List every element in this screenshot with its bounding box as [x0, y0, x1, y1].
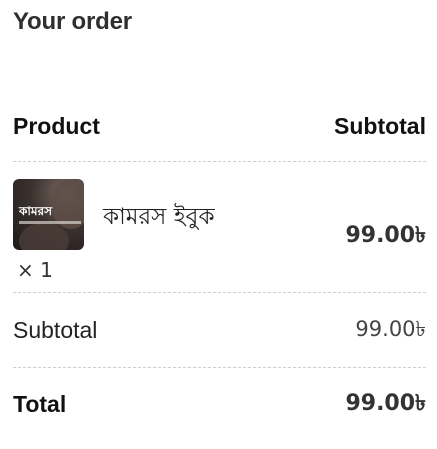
total-value: 99.00৳	[345, 390, 426, 416]
product-price: 99.00৳	[345, 223, 426, 248]
product-cell: কামরস কামরস ইবুক × 1	[13, 162, 313, 292]
table-row: কামরস কামরস ইবুক × 1 99.00৳	[13, 162, 426, 292]
product-thumbnail[interactable]: কামরস	[13, 179, 84, 250]
table-header: Product Subtotal	[13, 108, 426, 144]
order-table: Product Subtotal কামরস কামরস ইবুক × 1 99…	[13, 108, 426, 440]
order-summary: Your order Product Subtotal কামরস কামরস …	[0, 0, 437, 449]
header-product: Product	[13, 112, 100, 139]
thumbnail-title: কামরস	[19, 204, 53, 218]
thumbnail-subtitle-bar	[19, 221, 81, 224]
subtotal-label: Subtotal	[13, 316, 98, 343]
subtotal-value: 99.00৳	[355, 316, 426, 341]
subtotal-row: Subtotal 99.00৳	[13, 293, 426, 367]
total-row: Total 99.00৳	[13, 368, 426, 440]
total-label: Total	[13, 390, 67, 417]
product-name[interactable]: কামরস ইবুক	[103, 198, 215, 237]
product-quantity: × 1	[17, 258, 53, 282]
header-subtotal: Subtotal	[334, 112, 426, 139]
order-title: Your order	[13, 8, 132, 35]
